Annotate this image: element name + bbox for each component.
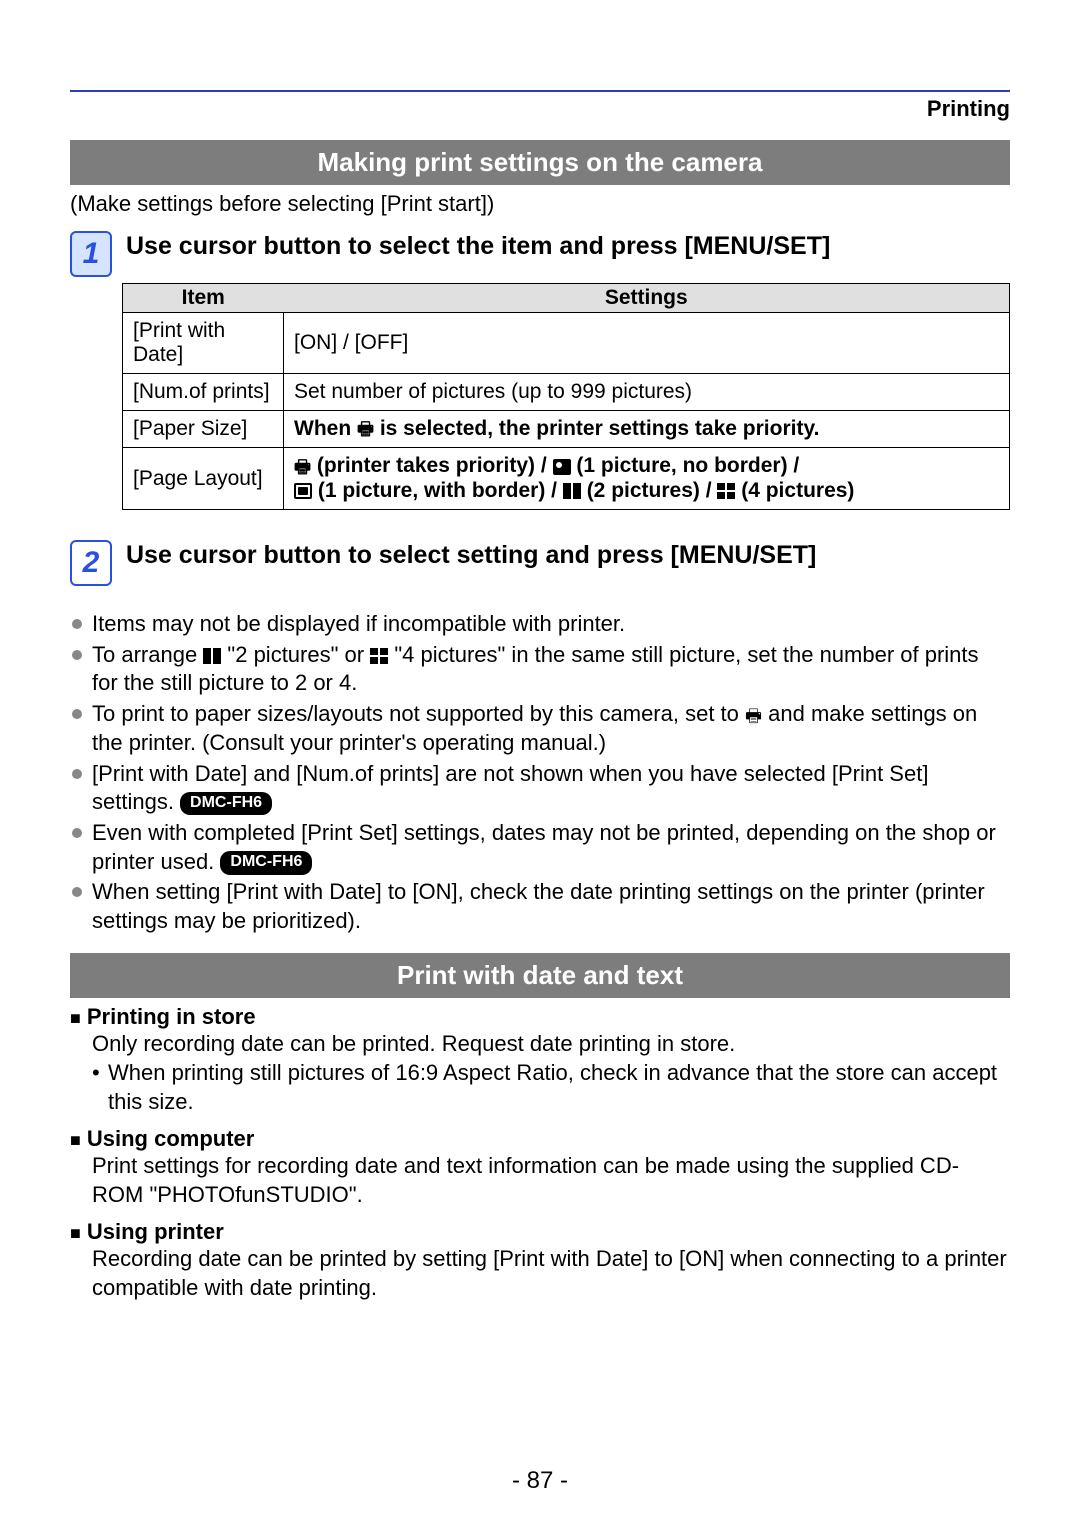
- step-2: 2 Use cursor button to select setting an…: [70, 540, 1010, 586]
- settings-print-with-date: [ON] / [OFF]: [284, 313, 1010, 374]
- layout-1pic-border: (1 picture, with border) /: [312, 479, 563, 502]
- paper-size-post: is selected, the printer settings take p…: [374, 417, 819, 440]
- settings-page-layout: (printer takes priority) / (1 picture, n…: [284, 448, 1010, 509]
- th-settings: Settings: [284, 284, 1010, 313]
- printing-in-store-block: Printing in store Only recording date ca…: [70, 1004, 1010, 1116]
- list-item: To arrange "2 pictures" or "4 pictures" …: [70, 641, 1010, 698]
- step-2-title: Use cursor button to select setting and …: [126, 540, 816, 571]
- item-paper-size: [Paper Size]: [123, 411, 284, 448]
- list-item: [Print with Date] and [Num.of prints] ar…: [70, 760, 1010, 817]
- paper-size-pre: When: [294, 417, 357, 440]
- using-computer-block: Using computer Print settings for record…: [70, 1126, 1010, 1209]
- b2-mid: "2 pictures" or: [221, 642, 370, 667]
- layout-1pic-noborder: (1 picture, no border) /: [571, 454, 800, 477]
- layout-printer-priority: (printer takes priority) /: [311, 454, 553, 477]
- using-printer-block: Using printer Recording date can be prin…: [70, 1219, 1010, 1302]
- page: Printing Making print settings on the ca…: [0, 0, 1080, 1535]
- page-number: - 87 -: [0, 1467, 1080, 1495]
- section-title-1: Making print settings on the camera: [70, 140, 1010, 185]
- printing-in-store-sublist: When printing still pictures of 16:9 Asp…: [92, 1059, 1010, 1116]
- printing-in-store-text: Only recording date can be printed. Requ…: [92, 1030, 1010, 1059]
- four-pictures-icon: [717, 483, 735, 499]
- one-picture-border-icon: [294, 483, 312, 499]
- two-pictures-icon: [203, 648, 221, 664]
- list-item: Items may not be displayed if incompatib…: [70, 610, 1010, 639]
- item-num-of-prints: [Num.of prints]: [123, 374, 284, 411]
- step-number-1: 1: [70, 231, 112, 277]
- list-item: To print to paper sizes/layouts not supp…: [70, 700, 1010, 758]
- using-computer-text: Print settings for recording date and te…: [92, 1152, 1010, 1209]
- list-item: When setting [Print with Date] to [ON], …: [70, 878, 1010, 935]
- two-pictures-icon: [563, 483, 581, 499]
- step-1: 1 Use cursor button to select the item a…: [70, 231, 1010, 277]
- b3-pre: To print to paper sizes/layouts not supp…: [92, 701, 745, 726]
- header-divider: [70, 90, 1010, 92]
- printer-icon: [745, 701, 762, 730]
- printer-icon: [357, 417, 374, 441]
- settings-paper-size: When is selected, the printer settings t…: [284, 411, 1010, 448]
- model-badge: DMC-FH6: [220, 851, 312, 875]
- table-row: [Print with Date] [ON] / [OFF]: [123, 313, 1010, 374]
- item-print-with-date: [Print with Date]: [123, 313, 284, 374]
- settings-table: Item Settings [Print with Date] [ON] / […: [122, 283, 1010, 510]
- using-printer-head: Using printer: [70, 1219, 1010, 1245]
- section-title-2: Print with date and text: [70, 953, 1010, 998]
- item-page-layout: [Page Layout]: [123, 448, 284, 509]
- four-pictures-icon: [370, 648, 388, 664]
- printer-icon: [294, 455, 311, 479]
- one-picture-icon: [553, 459, 571, 475]
- b2-pre: To arrange: [92, 642, 203, 667]
- layout-2pic: (2 pictures) /: [581, 479, 718, 502]
- step-number-2: 2: [70, 540, 112, 586]
- table-row: [Page Layout] (printer takes priority) /…: [123, 448, 1010, 509]
- table-row: [Num.of prints] Set number of pictures (…: [123, 374, 1010, 411]
- notes-list: Items may not be displayed if incompatib…: [70, 610, 1010, 935]
- list-item: Even with completed [Print Set] settings…: [70, 819, 1010, 876]
- table-row: [Paper Size] When is selected, the print…: [123, 411, 1010, 448]
- step-1-title: Use cursor button to select the item and…: [126, 231, 830, 262]
- layout-4pic: (4 pictures): [735, 479, 854, 502]
- settings-num-of-prints: Set number of pictures (up to 999 pictur…: [284, 374, 1010, 411]
- list-item: When printing still pictures of 16:9 Asp…: [92, 1059, 1010, 1116]
- using-printer-text: Recording date can be printed by setting…: [92, 1245, 1010, 1302]
- intro-text: (Make settings before selecting [Print s…: [70, 191, 1010, 217]
- using-computer-head: Using computer: [70, 1126, 1010, 1152]
- th-item: Item: [123, 284, 284, 313]
- printing-in-store-head: Printing in store: [70, 1004, 1010, 1030]
- table-header-row: Item Settings: [123, 284, 1010, 313]
- page-category: Printing: [70, 96, 1010, 122]
- model-badge: DMC-FH6: [180, 792, 272, 816]
